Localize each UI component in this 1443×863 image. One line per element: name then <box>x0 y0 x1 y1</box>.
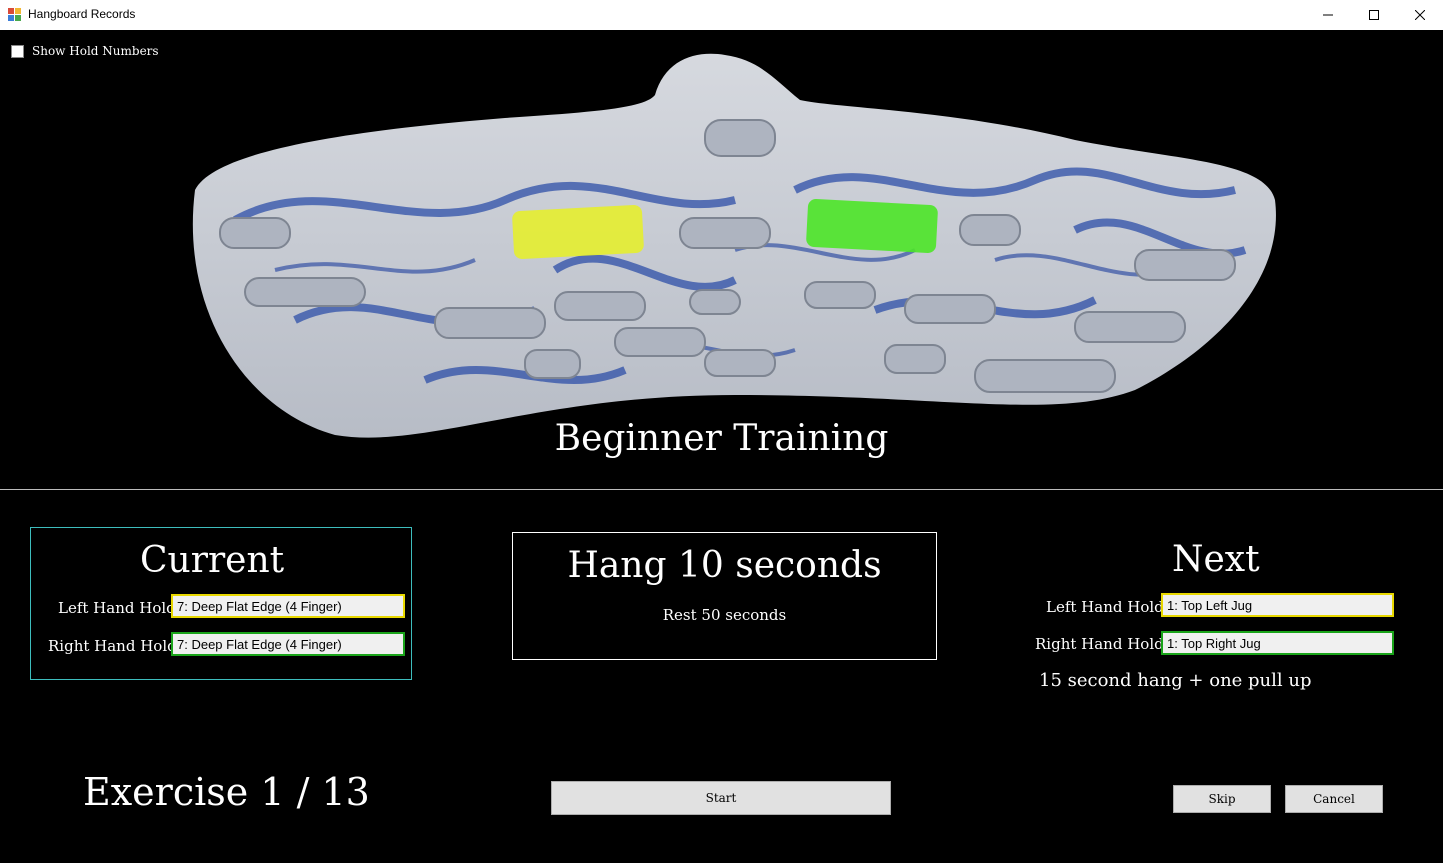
right-hand-hold-highlight <box>806 199 938 253</box>
instruction-box: Hang 10 seconds Rest 50 seconds <box>512 532 937 660</box>
current-right-hold-label: Right Hand Hold <box>48 637 177 655</box>
current-left-hold-field[interactable]: 7: Deep Flat Edge (4 Finger) <box>171 594 405 618</box>
current-left-hold-label: Left Hand Hold <box>58 599 176 617</box>
next-right-hold-field[interactable]: 1: Top Right Jug <box>1161 631 1394 655</box>
current-right-hold-field[interactable]: 7: Deep Flat Edge (4 Finger) <box>171 632 405 656</box>
left-hand-hold-highlight <box>512 205 644 259</box>
next-exercise-note: 15 second hang + one pull up <box>1039 670 1312 691</box>
start-button[interactable]: Start <box>551 781 891 815</box>
exercise-counter: Exercise 1 / 13 <box>83 770 370 814</box>
current-heading: Current <box>140 540 285 581</box>
hangboard-image <box>192 53 1276 438</box>
close-icon <box>1415 10 1425 20</box>
next-left-hold-field[interactable]: 1: Top Left Jug <box>1161 593 1394 617</box>
next-heading: Next <box>1172 539 1260 580</box>
hang-instruction: Hang 10 seconds <box>567 545 882 586</box>
minimize-icon <box>1323 14 1333 16</box>
show-hold-numbers-option[interactable]: Show Hold Numbers <box>11 44 159 58</box>
cancel-button[interactable]: Cancel <box>1285 785 1383 813</box>
maximize-button[interactable] <box>1351 0 1397 30</box>
close-button[interactable] <box>1397 0 1443 30</box>
app-icon <box>8 8 21 21</box>
title-bar: Hangboard Records <box>0 0 1443 30</box>
next-right-hold-label: Right Hand Hold <box>1035 635 1164 653</box>
next-left-hold-label: Left Hand Hold <box>1046 598 1164 616</box>
maximize-icon <box>1369 10 1379 20</box>
minimize-button[interactable] <box>1305 0 1351 30</box>
training-title: Beginner Training <box>554 418 889 459</box>
divider <box>0 489 1443 490</box>
current-panel: Current Left Hand Hold 7: Deep Flat Edge… <box>30 527 412 680</box>
show-hold-numbers-label[interactable]: Show Hold Numbers <box>32 44 159 58</box>
rest-instruction: Rest 50 seconds <box>662 606 787 624</box>
window-title: Hangboard Records <box>28 7 136 21</box>
show-hold-numbers-checkbox[interactable] <box>11 44 24 58</box>
skip-button[interactable]: Skip <box>1173 785 1271 813</box>
